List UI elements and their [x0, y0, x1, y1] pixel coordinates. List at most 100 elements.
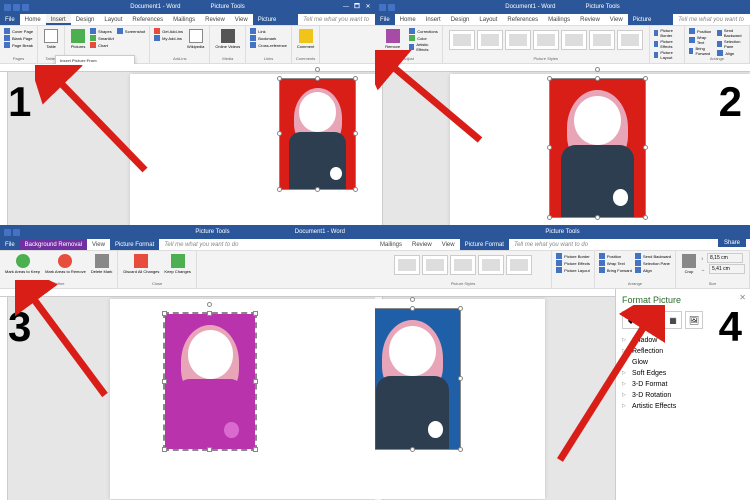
- tab-insert[interactable]: Insert: [421, 14, 446, 25]
- tab-view[interactable]: View: [87, 239, 110, 250]
- tab-review[interactable]: Review: [200, 14, 230, 25]
- tab-mailings[interactable]: Mailings: [375, 239, 407, 250]
- send-backward-button[interactable]: Send Backward: [635, 253, 671, 259]
- tab-file[interactable]: File: [375, 14, 395, 25]
- my-addins-button[interactable]: My Add-ins: [154, 35, 183, 41]
- position-button[interactable]: Position: [599, 253, 632, 259]
- bookmark-button[interactable]: Bookmark: [250, 35, 287, 41]
- pictures-button[interactable]: Pictures: [69, 28, 87, 50]
- tab-background-removal[interactable]: Background Removal: [20, 239, 87, 250]
- share-button[interactable]: Share: [718, 239, 746, 247]
- tab-picture-format[interactable]: Picture Format: [460, 239, 509, 250]
- tell-me[interactable]: Tell me what you want to do: [298, 14, 375, 25]
- picture-layout-button[interactable]: Picture Layout: [556, 267, 590, 273]
- screenshot-button[interactable]: Screenshot: [117, 28, 145, 34]
- fp-tab-layout-icon[interactable]: ▦: [664, 311, 682, 329]
- keep-changes-button[interactable]: Keep Changes: [163, 253, 191, 275]
- fp-tab-fill-icon[interactable]: ◆: [622, 311, 640, 329]
- tab-mailings[interactable]: Mailings: [168, 14, 200, 25]
- wikipedia-button[interactable]: Wikipedia: [186, 28, 205, 50]
- fp-tab-picture-icon[interactable]: 🖼: [685, 311, 703, 329]
- fp-3d-rotation[interactable]: 3-D Rotation: [622, 390, 744, 401]
- smartart-button[interactable]: SmartArt: [90, 35, 114, 41]
- fp-soft-edges[interactable]: Soft Edges: [622, 368, 744, 379]
- fp-glow[interactable]: Glow: [622, 357, 744, 368]
- tab-picture-format[interactable]: Picture Format: [253, 14, 298, 25]
- page-break-button[interactable]: Page Break: [4, 42, 33, 48]
- tab-file[interactable]: File: [0, 239, 20, 250]
- tab-mailings[interactable]: Mailings: [543, 14, 575, 25]
- tab-view[interactable]: View: [437, 239, 460, 250]
- corrections-button[interactable]: Corrections: [409, 28, 437, 34]
- bring-forward-button[interactable]: Bring Forward: [689, 46, 714, 56]
- tab-home[interactable]: Home: [20, 14, 46, 25]
- send-backward-button[interactable]: Send Backward: [717, 28, 745, 38]
- online-video-button[interactable]: Online Videos: [214, 28, 241, 50]
- max-icon[interactable]: 🗖: [352, 2, 362, 12]
- picture-effects-button[interactable]: Picture Effects: [654, 39, 680, 49]
- position-button[interactable]: Position: [689, 28, 714, 34]
- blank-page-button[interactable]: Blank Page: [4, 35, 33, 41]
- get-addins-button[interactable]: Get Add-ins: [154, 28, 183, 34]
- chart-button[interactable]: Chart: [90, 42, 114, 48]
- tab-view[interactable]: View: [605, 14, 628, 25]
- picture-styles-gallery[interactable]: [392, 253, 534, 277]
- tab-review[interactable]: Review: [575, 14, 605, 25]
- fp-tab-effects-icon[interactable]: ⬠: [643, 311, 661, 329]
- bring-forward-button[interactable]: Bring Forward: [599, 267, 632, 273]
- picture-layout-button[interactable]: Picture Layout: [654, 50, 680, 60]
- link-button[interactable]: Link: [250, 28, 287, 34]
- table-button[interactable]: Table: [42, 28, 60, 50]
- tab-layout[interactable]: Layout: [99, 14, 127, 25]
- tab-insert[interactable]: Insert: [46, 14, 71, 25]
- tell-me[interactable]: Tell me what you want to do: [673, 14, 750, 25]
- mark-areas-remove-button[interactable]: Mark Areas to Remove: [44, 253, 87, 275]
- align-button[interactable]: Align: [635, 267, 671, 273]
- picture-border-button[interactable]: Picture Border: [654, 28, 680, 38]
- cover-page-button[interactable]: Cover Page: [4, 28, 33, 34]
- width-input[interactable]: ↔5,41 cm: [701, 264, 745, 274]
- tab-home[interactable]: Home: [395, 14, 421, 25]
- wrap-text-button[interactable]: Wrap Text: [689, 35, 714, 45]
- min-icon[interactable]: —: [341, 2, 351, 12]
- discard-changes-button[interactable]: Discard All Changes: [122, 253, 160, 275]
- crop-button[interactable]: Crop: [680, 253, 698, 275]
- cross-reference-button[interactable]: Cross-reference: [250, 42, 287, 48]
- tab-view[interactable]: View: [230, 14, 253, 25]
- step-number-4: 4: [719, 303, 742, 351]
- tab-picture-format[interactable]: Picture Format: [628, 14, 673, 25]
- photo-selected[interactable]: [375, 309, 460, 449]
- close-pane-icon[interactable]: ✕: [739, 293, 746, 302]
- picture-border-button[interactable]: Picture Border: [556, 253, 590, 259]
- tab-design[interactable]: Design: [446, 14, 475, 25]
- delete-mark-button[interactable]: Delete Mark: [90, 253, 114, 275]
- group-addins: Add-ins: [173, 56, 187, 61]
- comment-button[interactable]: Comment: [296, 28, 315, 50]
- selection-pane-button[interactable]: Selection Pane: [635, 260, 671, 266]
- tab-design[interactable]: Design: [71, 14, 100, 25]
- fp-artistic-effects[interactable]: Artistic Effects: [622, 401, 744, 412]
- tab-references[interactable]: References: [502, 14, 543, 25]
- remove-background-button[interactable]: Remove Background: [379, 28, 406, 55]
- tab-review[interactable]: Review: [407, 239, 437, 250]
- tell-me[interactable]: Tell me what you want to do: [159, 239, 243, 250]
- tell-me[interactable]: Tell me what you want to do: [509, 239, 593, 250]
- tab-picture-format[interactable]: Picture Format: [110, 239, 159, 250]
- mark-areas-keep-button[interactable]: Mark Areas to Keep: [4, 253, 41, 275]
- tab-file[interactable]: File: [0, 14, 20, 25]
- close-icon[interactable]: ✕: [363, 2, 373, 12]
- photo-selected[interactable]: [550, 79, 645, 217]
- tab-references[interactable]: References: [127, 14, 168, 25]
- wrap-text-button[interactable]: Wrap Text: [599, 260, 632, 266]
- picture-styles-gallery[interactable]: [447, 28, 645, 52]
- picture-effects-button[interactable]: Picture Effects: [556, 260, 590, 266]
- fp-3d-format[interactable]: 3-D Format: [622, 379, 744, 390]
- color-button[interactable]: Color: [409, 35, 437, 41]
- artistic-effects-button[interactable]: Artistic Effects: [409, 42, 437, 52]
- height-input[interactable]: ↕8,15 cm: [701, 253, 745, 263]
- selection-pane-button[interactable]: Selection Pane: [717, 39, 745, 49]
- tab-layout[interactable]: Layout: [474, 14, 502, 25]
- shapes-button[interactable]: Shapes: [90, 28, 114, 34]
- photo-bgremoval[interactable]: [165, 314, 255, 449]
- photo-selected[interactable]: [280, 79, 355, 189]
